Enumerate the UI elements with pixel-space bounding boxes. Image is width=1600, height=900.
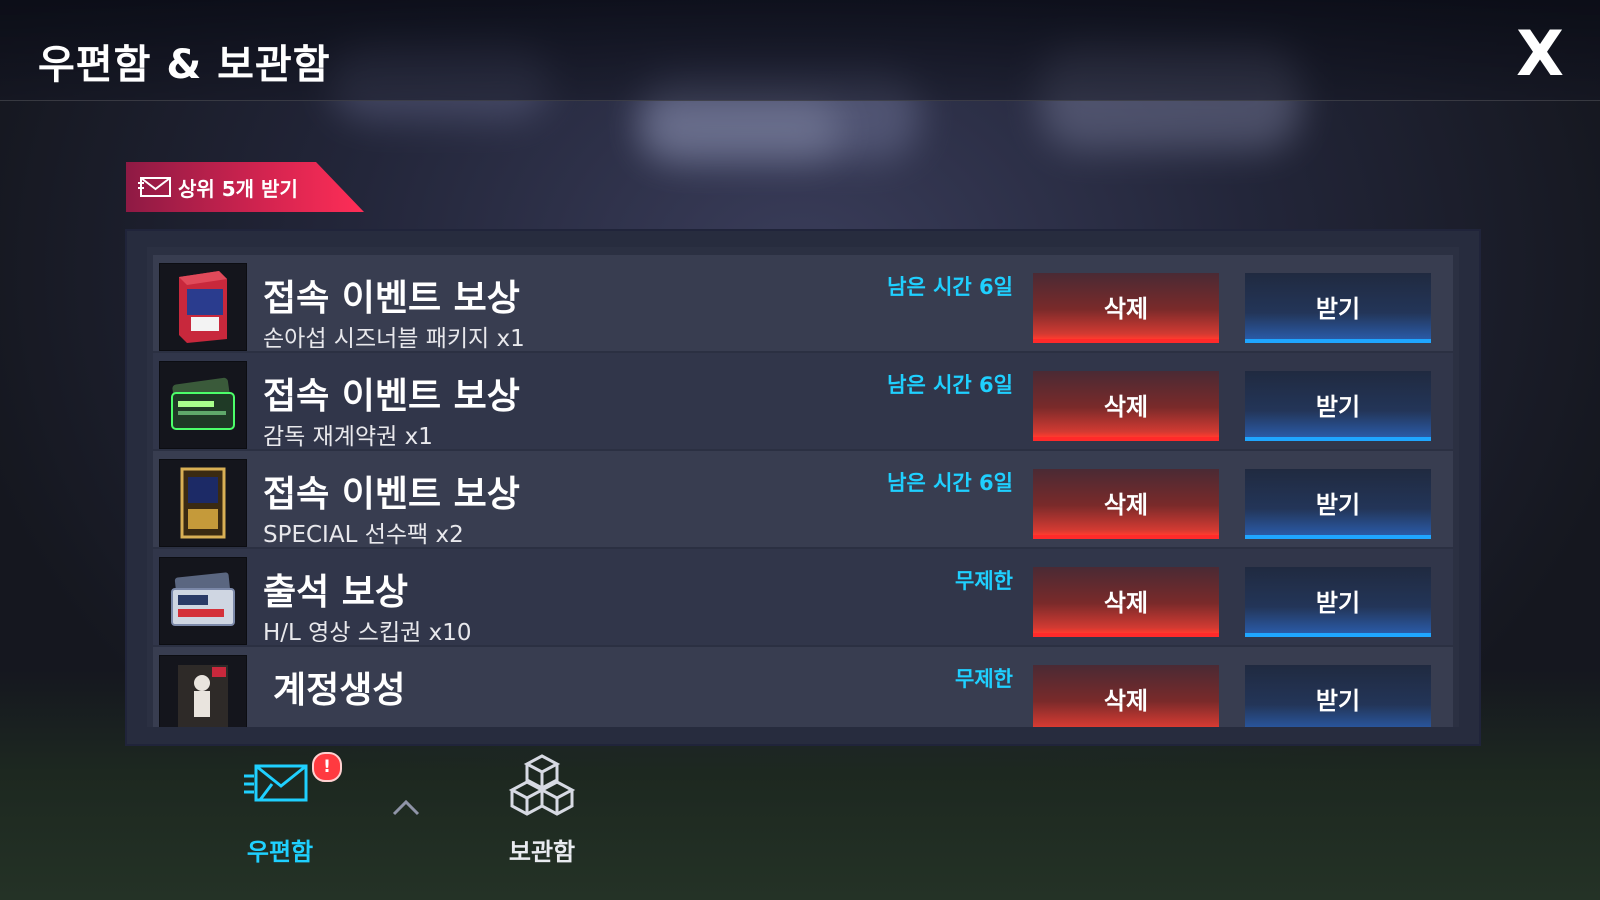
- delete-button[interactable]: 삭제: [1033, 567, 1219, 637]
- tab-storage-label: 보관함: [508, 838, 576, 866]
- card-pack-icon: [159, 459, 247, 547]
- notification-badge: !: [312, 752, 342, 782]
- remaining-time: 무제한: [955, 667, 1013, 691]
- claim-button[interactable]: 받기: [1245, 371, 1431, 441]
- item-title: 출석 보상: [263, 572, 409, 613]
- claim-button[interactable]: 받기: [1245, 665, 1431, 727]
- remaining-time: 남은 시간 6일: [887, 471, 1013, 495]
- delete-button[interactable]: 삭제: [1033, 273, 1219, 343]
- mail-icon: [138, 177, 171, 197]
- item-title: 접속 이벤트 보상: [263, 376, 520, 417]
- mailbox-icon: [244, 764, 308, 802]
- item-subtitle: H/L 영상 스킵권 x10: [263, 620, 472, 646]
- tab-storage[interactable]: 보관함: [482, 754, 602, 870]
- item-title: 계정생성: [273, 670, 406, 711]
- remaining-time: 무제한: [955, 569, 1013, 593]
- header-bar: 우편함 & 보관함 X: [0, 0, 1600, 101]
- delete-button[interactable]: 삭제: [1033, 371, 1219, 441]
- close-button[interactable]: X: [1512, 23, 1568, 85]
- claim-top-five-button[interactable]: 상위 5개 받기: [126, 162, 364, 212]
- page-title: 우편함 & 보관함: [38, 42, 331, 88]
- claim-button[interactable]: 받기: [1245, 273, 1431, 343]
- claim-button[interactable]: 받기: [1245, 469, 1431, 539]
- skip-ticket-icon: [159, 557, 247, 645]
- item-subtitle: 손아섭 시즈너블 패키지 x1: [263, 326, 525, 352]
- delete-button[interactable]: 삭제: [1033, 469, 1219, 539]
- item-title: 접속 이벤트 보상: [263, 278, 520, 319]
- list-item: 접속 이벤트 보상 손아섭 시즈너블 패키지 x1 남은 시간 6일 삭제 받기: [153, 255, 1453, 352]
- mail-panel: 접속 이벤트 보상 손아섭 시즈너블 패키지 x1 남은 시간 6일 삭제 받기…: [125, 229, 1481, 746]
- delete-button[interactable]: 삭제: [1033, 665, 1219, 727]
- background-blur: [640, 100, 840, 160]
- claim-button[interactable]: 받기: [1245, 567, 1431, 637]
- item-subtitle: 감독 재계약권 x1: [263, 424, 433, 450]
- mail-list[interactable]: 접속 이벤트 보상 손아섭 시즈너블 패키지 x1 남은 시간 6일 삭제 받기…: [147, 247, 1459, 727]
- player-card-icon: [159, 655, 247, 727]
- list-item: 계정생성 무제한 삭제 받기: [153, 647, 1453, 727]
- ticket-icon: [159, 361, 247, 449]
- boxes-icon: [508, 754, 576, 816]
- claim-top-five-label: 상위 5개 받기: [178, 176, 298, 201]
- remaining-time: 남은 시간 6일: [887, 373, 1013, 397]
- package-icon: [159, 263, 247, 351]
- list-item: 접속 이벤트 보상 SPECIAL 선수팩 x2 남은 시간 6일 삭제 받기: [153, 451, 1453, 548]
- tab-mailbox[interactable]: ! 우편함: [220, 752, 342, 870]
- item-subtitle: SPECIAL 선수팩 x2: [263, 522, 464, 548]
- remaining-time: 남은 시간 6일: [887, 275, 1013, 299]
- tab-mailbox-label: 우편함: [246, 838, 314, 866]
- list-item: 출석 보상 H/L 영상 스킵권 x10 무제한 삭제 받기: [153, 549, 1453, 646]
- list-item: 접속 이벤트 보상 감독 재계약권 x1 남은 시간 6일 삭제 받기: [153, 353, 1453, 450]
- chevron-up-icon[interactable]: [388, 790, 424, 826]
- item-title: 접속 이벤트 보상: [263, 474, 520, 515]
